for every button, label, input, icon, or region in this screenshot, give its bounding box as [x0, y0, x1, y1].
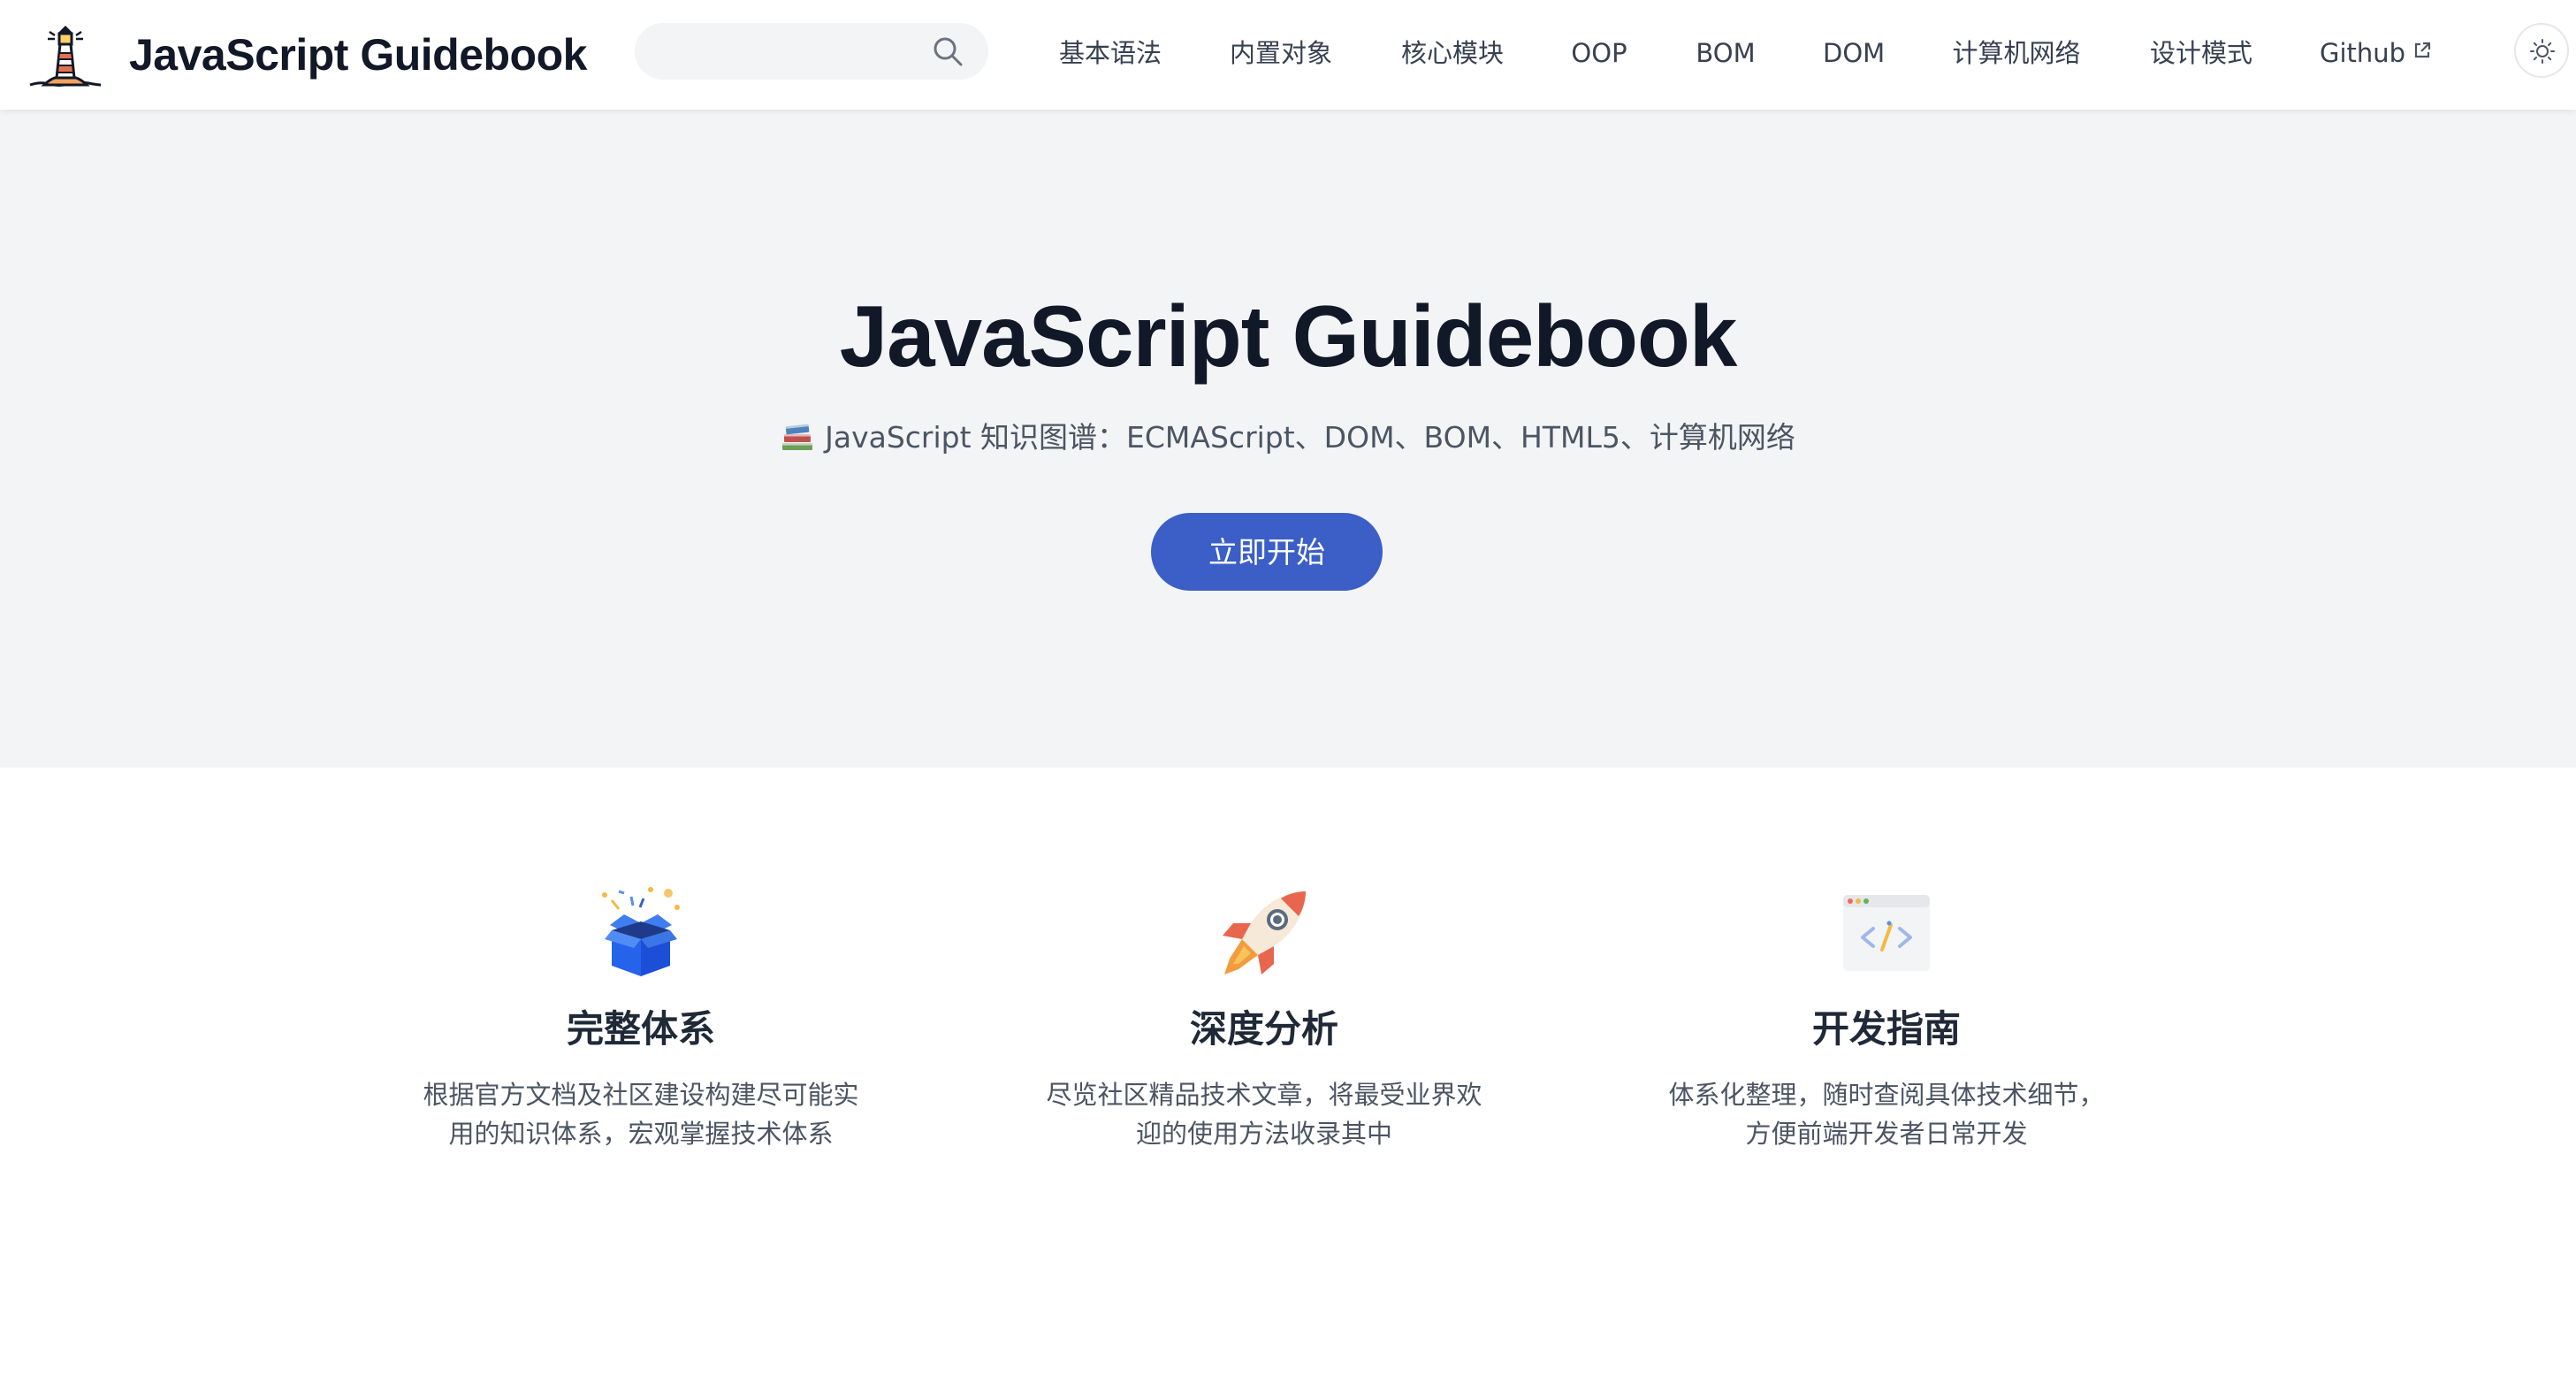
hero-title: JavaScript Guidebook	[839, 287, 1738, 385]
feature-card: 开发指南 体系化整理，随时查阅具体技术细节， 方便前端开发者日常开发	[1621, 884, 2152, 1153]
search-input[interactable]	[652, 23, 909, 80]
nav-item-basic-syntax[interactable]: 基本语法	[1057, 32, 1163, 74]
feature-title: 完整体系	[566, 1007, 715, 1051]
feature-description: 根据官方文档及社区建设构建尽可能实 用的知识体系，宏观掌握技术体系	[420, 1075, 862, 1153]
hero-section: JavaScript Guidebook JavaScript 知识图谱：ECM…	[0, 110, 2576, 768]
feature-description-line: 尽览社区精品技术文章，将最受业界欢	[1046, 1080, 1482, 1110]
nav-item-dom[interactable]: DOM	[1823, 32, 1885, 74]
feature-description: 体系化整理，随时查阅具体技术细节， 方便前端开发者日常开发	[1665, 1075, 2107, 1153]
feature-card: 完整体系 根据官方文档及社区建设构建尽可能实 用的知识体系，宏观掌握技术体系	[376, 884, 906, 1153]
top-navbar: JavaScript Guidebook 基本语法 内置对象 核心模块 OOP …	[0, 0, 2576, 110]
gift-box-icon	[602, 887, 680, 976]
feature-description-line: 体系化整理，随时查阅具体技术细节，	[1668, 1080, 2105, 1110]
home-link[interactable]: JavaScript Guidebook	[28, 19, 587, 90]
feature-description-line: 方便前端开发者日常开发	[1745, 1119, 2028, 1149]
nav-item-bom[interactable]: BOM	[1696, 32, 1756, 74]
feature-description-line: 根据官方文档及社区建设构建尽可能实	[423, 1080, 859, 1110]
nav-item-computer-network[interactable]: 计算机网络	[1950, 32, 2083, 74]
nav-item-builtin-objects[interactable]: 内置对象	[1227, 32, 1335, 74]
feature-title: 深度分析	[1189, 1007, 1338, 1051]
nav-item-design-patterns[interactable]: 设计模式	[2148, 32, 2254, 74]
hero-subtitle: JavaScript 知识图谱：ECMAScript、DOM、BOM、HTML5…	[0, 414, 2576, 456]
search-box[interactable]	[635, 23, 988, 80]
search-icon[interactable]	[932, 35, 964, 67]
feature-title: 开发指南	[1811, 1007, 1961, 1051]
code-window-icon	[1843, 895, 1930, 971]
nav-item-core-modules[interactable]: 核心模块	[1400, 32, 1505, 74]
nav-item-github-label: Github	[2320, 38, 2406, 68]
hero-subtitle-text: JavaScript 知识图谱：ECMAScript、DOM、BOM、HTML5…	[825, 420, 1795, 455]
theme-toggle-button[interactable]	[2514, 23, 2569, 78]
external-link-icon	[2414, 42, 2431, 58]
nav-item-github[interactable]: Github	[2320, 32, 2431, 74]
get-started-button[interactable]: 立即开始	[1151, 513, 1383, 591]
lighthouse-icon	[29, 26, 102, 87]
feature-description-line: 用的知识体系，宏观掌握技术体系	[448, 1119, 834, 1149]
sun-icon	[2530, 39, 2555, 64]
nav-item-oop[interactable]: OOP	[1570, 32, 1628, 74]
books-icon	[782, 424, 813, 450]
feature-card: 深度分析 尽览社区精品技术文章，将最受业界欢 迎的使用方法收录其中	[999, 884, 1529, 1153]
site-title: JavaScript Guidebook	[129, 30, 587, 80]
feature-description: 尽览社区精品技术文章，将最受业界欢 迎的使用方法收录其中	[1043, 1075, 1485, 1153]
rocket-icon	[1223, 891, 1306, 975]
feature-description-line: 迎的使用方法收录其中	[1135, 1119, 1392, 1149]
